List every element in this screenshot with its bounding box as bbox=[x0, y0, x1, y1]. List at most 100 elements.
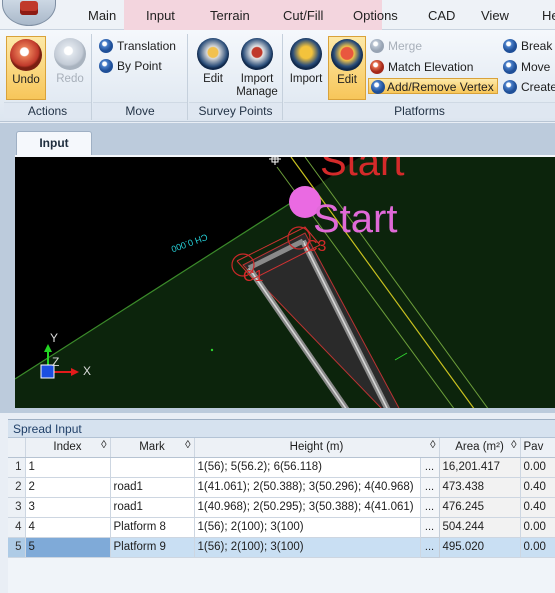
create-label: Create bbox=[521, 80, 555, 94]
axis-y-label: Y bbox=[50, 331, 58, 345]
match-elevation-label: Match Elevation bbox=[388, 60, 474, 74]
tab-input[interactable]: Input bbox=[146, 8, 175, 23]
cell-height[interactable]: 1(41.061); 2(50.388); 3(50.296); 4(40.96… bbox=[194, 477, 421, 498]
table-row[interactable]: 4 4 Platform 8 1(56); 2(100); 3(100) ...… bbox=[8, 516, 555, 538]
tab-input-document[interactable]: Input bbox=[16, 131, 92, 155]
cell-index[interactable]: 1 bbox=[25, 457, 111, 478]
table-row[interactable]: 1 1 1(56); 5(56.2); 6(56.118) ... 16,201… bbox=[8, 456, 555, 478]
chainage-label: CH 0.000 bbox=[170, 232, 209, 254]
cell-pav[interactable]: 0.00 bbox=[520, 517, 555, 538]
by-point-button[interactable]: By Point bbox=[99, 58, 162, 74]
cell-height[interactable]: 1(40.968); 2(50.295); 3(50.388); 4(41.06… bbox=[194, 497, 421, 518]
cube-icon bbox=[331, 39, 363, 71]
cell-height[interactable]: 1(56); 5(56.2); 6(56.118) bbox=[194, 457, 421, 478]
spread-grid: Index ◊ Mark ◊ Height (m) ◊ Area (m²) ◊ Pav … bbox=[8, 438, 555, 558]
move-icon bbox=[503, 60, 517, 74]
create-button[interactable]: Create bbox=[503, 79, 555, 95]
ribbon-tab-bar: Main Input Terrain Cut/Fill Options CAD … bbox=[0, 0, 555, 30]
tab-cad[interactable]: CAD bbox=[428, 8, 455, 23]
redo-button[interactable]: Redo bbox=[50, 36, 90, 100]
height-edit-button[interactable]: ... bbox=[419, 516, 440, 538]
import-manage-button[interactable]: Import Manage bbox=[233, 36, 281, 100]
merge-label: Merge bbox=[388, 39, 423, 53]
survey-edit-button[interactable]: Edit bbox=[193, 36, 233, 100]
table-row-selected[interactable]: 5 5 Platform 9 1(56); 2(100); 3(100) ...… bbox=[8, 536, 555, 558]
column-header-index[interactable]: Index ◊ bbox=[25, 438, 111, 458]
height-edit-button[interactable]: ... bbox=[419, 476, 440, 498]
translation-label: Translation bbox=[117, 39, 176, 53]
group-move: Translation By Point Move bbox=[93, 34, 188, 120]
merge-icon bbox=[370, 39, 384, 53]
cell-height[interactable]: 1(56); 2(100); 3(100) bbox=[194, 537, 421, 558]
cell-pav[interactable]: 0.40 bbox=[520, 497, 555, 518]
column-header-pav[interactable]: Pav bbox=[520, 438, 555, 458]
break-label: Break bbox=[521, 39, 553, 53]
crosshair-icon bbox=[269, 157, 281, 165]
tab-terrain[interactable]: Terrain bbox=[210, 8, 250, 23]
sort-icon: ◊ bbox=[430, 439, 436, 451]
add-remove-vertex-label: Add/Remove Vertex bbox=[387, 80, 494, 94]
header-height-label: Height (m) bbox=[289, 441, 344, 454]
sort-icon: ◊ bbox=[511, 439, 517, 451]
label-start: Start bbox=[313, 197, 397, 241]
application-menu-button[interactable] bbox=[2, 0, 56, 26]
row-number: 4 bbox=[8, 517, 26, 538]
spread-input-title: Spread Input bbox=[8, 420, 555, 438]
move-button[interactable]: Move bbox=[503, 59, 550, 75]
match-elevation-button[interactable]: Match Elevation bbox=[370, 59, 473, 75]
cell-mark[interactable]: road1 bbox=[110, 497, 195, 518]
break-button[interactable]: Break bbox=[503, 38, 552, 54]
add-remove-vertex-button[interactable]: Add/Remove Vertex bbox=[368, 78, 498, 94]
cell-mark[interactable]: Platform 9 bbox=[110, 537, 195, 558]
grid-header-row: Index ◊ Mark ◊ Height (m) ◊ Area (m²) ◊ Pav bbox=[8, 438, 555, 458]
redo-label: Redo bbox=[56, 73, 84, 85]
cell-index[interactable]: 4 bbox=[25, 517, 111, 538]
sort-icon: ◊ bbox=[185, 439, 191, 451]
tab-main[interactable]: Main bbox=[88, 8, 116, 23]
undo-label: Undo bbox=[12, 74, 40, 86]
axis-z-label: Z bbox=[52, 355, 59, 369]
tab-view[interactable]: View bbox=[481, 8, 509, 23]
cell-mark[interactable] bbox=[110, 457, 195, 478]
row-number: 1 bbox=[8, 457, 26, 478]
import-manage-label-2: Manage bbox=[236, 86, 278, 98]
cad-drawing: C1 C3 Start Start CH 0.000 Y Z X bbox=[15, 157, 555, 408]
table-row[interactable]: 2 2 road1 1(41.061); 2(50.388); 3(50.296… bbox=[8, 476, 555, 498]
column-header-height[interactable]: Height (m) ◊ bbox=[194, 438, 440, 458]
height-edit-button[interactable]: ... bbox=[419, 496, 440, 518]
cell-index[interactable]: 3 bbox=[25, 497, 111, 518]
redo-icon bbox=[54, 38, 86, 70]
group-move-label: Move bbox=[93, 102, 187, 118]
cell-index[interactable]: 5 bbox=[25, 537, 111, 558]
by-point-icon bbox=[99, 59, 113, 73]
cell-area: 495.020 bbox=[439, 537, 521, 558]
platform-import-button[interactable]: Import bbox=[286, 36, 326, 100]
cad-viewport[interactable]: C1 C3 Start Start CH 0.000 Y Z X bbox=[15, 155, 555, 408]
survey-edit-label: Edit bbox=[203, 73, 223, 85]
cell-mark[interactable]: road1 bbox=[110, 477, 195, 498]
table-row[interactable]: 3 3 road1 1(40.968); 2(50.295); 3(50.388… bbox=[8, 496, 555, 518]
cell-mark[interactable]: Platform 8 bbox=[110, 517, 195, 538]
platform-edit-button[interactable]: Edit bbox=[328, 36, 366, 100]
height-edit-button[interactable]: ... bbox=[419, 456, 440, 478]
tab-help[interactable]: He bbox=[542, 8, 555, 23]
group-survey-points-label: Survey Points bbox=[189, 102, 282, 118]
column-header-mark[interactable]: Mark ◊ bbox=[110, 438, 195, 458]
cell-height[interactable]: 1(56); 2(100); 3(100) bbox=[194, 517, 421, 538]
break-icon bbox=[503, 39, 517, 53]
undo-button[interactable]: Undo bbox=[6, 36, 46, 100]
cell-pav[interactable]: 0.00 bbox=[520, 457, 555, 478]
height-edit-button[interactable]: ... bbox=[419, 536, 440, 558]
tab-cut-fill[interactable]: Cut/Fill bbox=[283, 8, 323, 23]
cell-pav[interactable]: 0.40 bbox=[520, 477, 555, 498]
platform-edit-label: Edit bbox=[337, 74, 357, 86]
tab-options[interactable]: Options bbox=[353, 8, 398, 23]
cell-pav[interactable]: 0.00 bbox=[520, 537, 555, 558]
point-marker bbox=[210, 348, 214, 352]
merge-button[interactable]: Merge bbox=[370, 38, 422, 54]
cell-index[interactable]: 2 bbox=[25, 477, 111, 498]
translation-button[interactable]: Translation bbox=[99, 38, 176, 54]
by-point-label: By Point bbox=[117, 59, 162, 73]
row-number-header bbox=[8, 438, 26, 458]
column-header-area[interactable]: Area (m²) ◊ bbox=[439, 438, 521, 458]
